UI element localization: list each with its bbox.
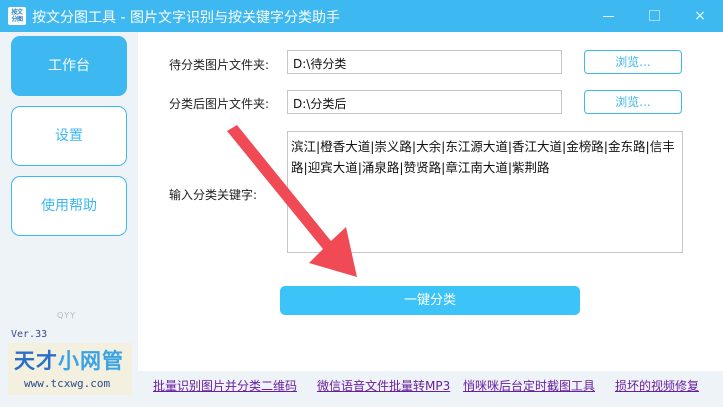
sidebar: 工作台 设置 使用帮助 QYY Ver.33 天才小网管 www.tcxwg.c… [0, 32, 138, 407]
browse-source-button[interactable]: 浏览... [584, 50, 682, 74]
sidebar-item-settings[interactable]: 设置 [11, 106, 127, 166]
logo-title-part1: 天才 [14, 349, 58, 373]
dest-folder-input[interactable]: D:\分类后 [287, 90, 562, 114]
link-qr-classify[interactable]: 批量识别图片并分类二维码 [153, 377, 297, 394]
source-folder-label: 待分类图片文件夹: [169, 58, 270, 72]
close-icon: × [694, 8, 706, 24]
dest-folder-label: 分类后图片文件夹: [169, 97, 270, 111]
footer-links: 批量识别图片并分类二维码 微信语音文件批量转MP3 悄咪咪后台定时截图工具 损坏… [138, 371, 723, 407]
sidebar-item-help[interactable]: 使用帮助 [11, 176, 127, 236]
maximize-icon [648, 9, 660, 21]
keywords-label: 输入分类关键字: [169, 188, 258, 202]
app-icon: 按文 分图 [8, 7, 26, 25]
watermark-text: QYY [57, 311, 77, 320]
link-video-repair[interactable]: 损坏的视频修复 [615, 377, 699, 394]
source-folder-input[interactable]: D:\待分类 [287, 50, 562, 74]
sidebar-item-workbench[interactable]: 工作台 [11, 36, 127, 96]
main-panel: 待分类图片文件夹: D:\待分类 浏览... 分类后图片文件夹: D:\分类后 … [138, 32, 723, 407]
version-label: Ver.33 [11, 329, 48, 340]
logo-title-part2: 小网管 [58, 349, 124, 373]
title-bar: 按文 分图 按文分图工具 - 图片文字识别与按关键字分类助手 × [0, 0, 723, 32]
minimize-button[interactable] [588, 0, 628, 32]
app-icon-text-2: 分图 [11, 16, 23, 23]
logo-title: 天才小网管 [14, 345, 124, 375]
maximize-button[interactable] [634, 0, 674, 32]
window-title: 按文分图工具 - 图片文字识别与按关键字分类助手 [32, 10, 340, 26]
close-button[interactable]: × [680, 0, 720, 32]
minimize-icon [602, 15, 614, 17]
app-icon-text-1: 按文 [11, 9, 23, 16]
browse-dest-button[interactable]: 浏览... [584, 90, 682, 114]
logo-url: www.tcxwg.com [24, 377, 111, 390]
site-logo: 天才小网管 www.tcxwg.com [8, 343, 132, 395]
link-background-screenshot[interactable]: 悄咪咪后台定时截图工具 [463, 377, 595, 394]
one-click-classify-button[interactable]: 一键分类 [280, 286, 580, 315]
link-wechat-voice-mp3[interactable]: 微信语音文件批量转MP3 [317, 377, 450, 394]
keywords-textarea[interactable]: 滨江|橙香大道|崇义路|大余|东江源大道|香江大道|金榜路|金东路|信丰路|迎宾… [287, 131, 683, 253]
